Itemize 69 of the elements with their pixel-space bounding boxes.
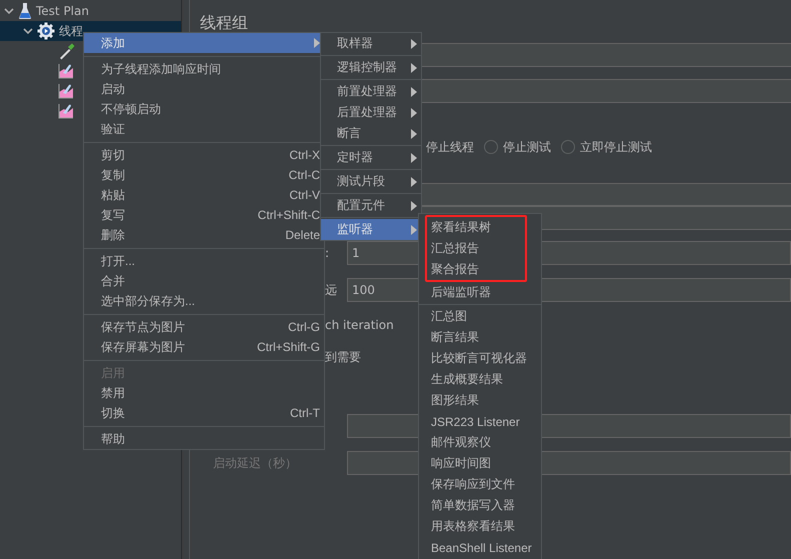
- menu-item[interactable]: 察看结果树: [427, 217, 525, 238]
- menu-item[interactable]: 后置处理器: [321, 102, 421, 123]
- menu-item[interactable]: 监听器: [321, 219, 421, 240]
- menu-item[interactable]: 复制 Ctrl-C: [84, 165, 324, 185]
- chevron-icon[interactable]: [23, 26, 33, 36]
- menu-item[interactable]: 前置处理器: [321, 81, 421, 102]
- field-label: 启动延迟（秒）: [213, 454, 298, 472]
- shortcut-text: Ctrl-V: [289, 188, 320, 202]
- menu-item[interactable]: 剪切 Ctrl-X: [84, 145, 324, 165]
- menu-item[interactable]: 生成概要结果: [427, 369, 537, 390]
- panel-title: 线程组: [200, 12, 249, 34]
- option-label: 停止线程: [426, 138, 474, 156]
- menu-item[interactable]: 为子线程添加响应时间: [84, 59, 324, 79]
- checkbox-label: 到需要: [325, 349, 361, 366]
- option-label: 立即停止测试: [580, 138, 652, 156]
- menu-item[interactable]: 禁用: [84, 383, 324, 403]
- menu-item[interactable]: 汇总报告: [427, 238, 525, 259]
- menu-item[interactable]: 测试片段: [321, 171, 421, 192]
- shortcut-text: Ctrl-X: [289, 148, 320, 162]
- flask-icon: [18, 2, 32, 20]
- menu-item[interactable]: 保存响应到文件: [427, 474, 537, 495]
- menu-item[interactable]: 删除 Delete: [84, 225, 324, 245]
- menu-item[interactable]: 配置元件: [321, 195, 421, 216]
- radio-button[interactable]: [484, 140, 498, 154]
- menu-item[interactable]: JSR223 Listener: [427, 411, 537, 432]
- menu-item[interactable]: 断言: [321, 123, 421, 144]
- menu-item[interactable]: 汇总图: [427, 306, 537, 327]
- field-label: 远: [325, 282, 338, 298]
- menu-item[interactable]: 后端监听器: [427, 282, 537, 303]
- pipette-icon: [58, 42, 76, 60]
- menu-item[interactable]: 邮件观察仪: [427, 432, 537, 453]
- menu-item[interactable]: 合并: [84, 271, 324, 291]
- menu-item[interactable]: 保存节点为图片 Ctrl-G: [84, 317, 324, 337]
- menu-item[interactable]: 切换 Ctrl-T: [84, 403, 324, 423]
- menu-item[interactable]: 启动: [84, 79, 324, 99]
- radio-button[interactable]: [561, 140, 575, 154]
- chart-icon: [58, 83, 74, 99]
- menu-item[interactable]: BeanShell Listener: [427, 537, 537, 558]
- menu-item[interactable]: 用表格察看结果: [427, 516, 537, 537]
- menu-item[interactable]: 比较断言可视化器: [427, 348, 537, 369]
- menu-item[interactable]: 复写 Ctrl+Shift-C: [84, 205, 324, 225]
- menu-item[interactable]: 断言结果: [427, 327, 537, 348]
- shortcut-text: Ctrl-C: [288, 168, 320, 182]
- menu-item[interactable]: 定时器: [321, 147, 421, 168]
- menu-item[interactable]: 图形结果: [427, 390, 537, 411]
- menu-item[interactable]: 逻辑控制器: [321, 57, 421, 78]
- chart-icon: [58, 63, 74, 79]
- menu-item[interactable]: 验证: [84, 119, 324, 139]
- chevron-icon[interactable]: [4, 6, 14, 16]
- chart-icon: [58, 103, 74, 119]
- menu-item[interactable]: 响应时间图: [427, 453, 537, 474]
- gear-icon: [37, 22, 55, 40]
- menu-item[interactable]: 帮助: [84, 429, 324, 449]
- menu-item[interactable]: 不停顿启动: [84, 99, 324, 119]
- tree-item[interactable]: Test Plan: [0, 1, 181, 21]
- menu-item[interactable]: 粘贴 Ctrl-V: [84, 185, 324, 205]
- field-label: :: [325, 246, 330, 260]
- menu-item[interactable]: 保存屏幕为图片 Ctrl+Shift-G: [84, 337, 324, 357]
- menu-item[interactable]: 取样器: [321, 33, 421, 54]
- shortcut-text: Ctrl-T: [290, 406, 320, 420]
- shortcut-text: Ctrl+Shift-C: [258, 208, 320, 222]
- shortcut-text: Ctrl-G: [288, 320, 320, 334]
- shortcut-text: Delete: [285, 228, 320, 242]
- shortcut-text: Ctrl+Shift-G: [256, 340, 320, 354]
- option-label: 停止测试: [503, 138, 551, 156]
- checkbox-label: ch iteration: [325, 317, 394, 334]
- menu-item[interactable]: 选中部分保存为...: [84, 291, 324, 311]
- menu-item[interactable]: 打开...: [84, 251, 324, 271]
- menu-item[interactable]: 简单数据写入器: [427, 495, 537, 516]
